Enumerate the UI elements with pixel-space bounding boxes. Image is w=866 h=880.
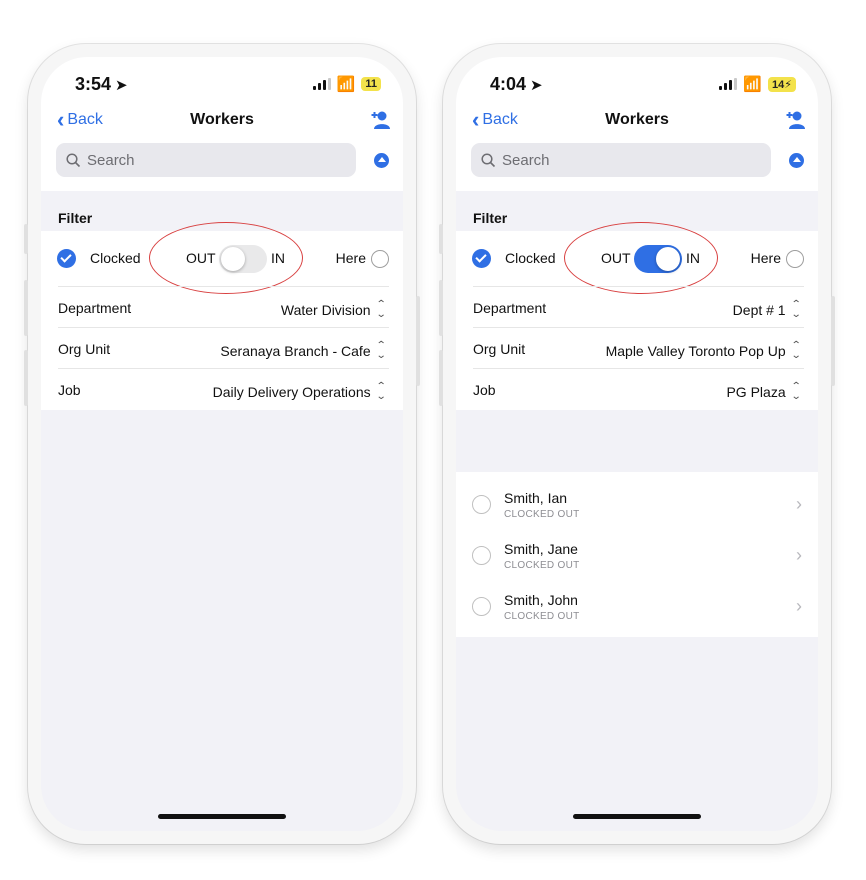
side-button (416, 296, 420, 386)
here-radio[interactable] (786, 250, 804, 268)
updown-chevron-icon: ⌃ ⌄ (790, 299, 802, 320)
search-input[interactable]: Search (471, 143, 771, 177)
filter-header: Filter (473, 210, 508, 226)
search-icon (66, 152, 81, 167)
job-value: Daily Delivery Operations (212, 384, 371, 400)
location-arrow-icon: ➤ (115, 77, 128, 94)
nav-bar: ‹ Back Workers (41, 101, 403, 143)
department-value: Dept # 1 (732, 302, 786, 318)
here-radio[interactable] (371, 250, 389, 268)
wifi-icon: 📶 (336, 76, 356, 93)
department-value: Water Division (280, 302, 371, 318)
side-button (24, 224, 28, 254)
side-button (24, 350, 28, 406)
phone-frame-left: 3:54➤ 📶 11 ‹Back Workers Search Filter (24, 44, 420, 844)
here-label: Here (335, 250, 366, 266)
list-item[interactable]: Smith, Ian CLOCKED OUT › (456, 478, 818, 529)
page-title: Workers (190, 111, 254, 128)
side-button (439, 280, 443, 336)
wifi-icon: 📶 (743, 76, 763, 93)
org-unit-value: Maple Valley Toronto Pop Up (605, 343, 786, 359)
list-item[interactable]: Smith, John CLOCKED OUT › (456, 580, 818, 631)
side-button (439, 350, 443, 406)
collapse-filter-icon[interactable] (789, 153, 804, 168)
updown-chevron-icon: ⌃ ⌄ (790, 381, 802, 402)
clocked-label: Clocked (505, 250, 556, 266)
signal-icon (312, 78, 331, 90)
add-user-icon[interactable] (784, 109, 806, 131)
collapse-filter-icon[interactable] (374, 153, 389, 168)
here-label: Here (750, 250, 781, 266)
org-unit-row[interactable]: Org Unit Seranaya Branch - Cafe ⌃ ⌄ (41, 328, 403, 369)
signal-icon (719, 78, 738, 90)
updown-chevron-icon: ⌃ ⌄ (790, 340, 802, 361)
worker-radio[interactable] (472, 546, 491, 565)
job-row[interactable]: Job PG Plaza ⌃ ⌄ (456, 369, 818, 410)
add-user-icon[interactable] (369, 109, 391, 131)
clocked-row: Clocked OUT IN Here (41, 222, 403, 294)
worker-status: CLOCKED OUT (504, 611, 580, 622)
status-bar: 3:54 ➤ 📶 11 (41, 57, 403, 101)
department-row[interactable]: Department Dept # 1 ⌃ ⌄ (456, 287, 818, 328)
chevron-right-icon: › (796, 494, 802, 514)
chevron-right-icon: › (796, 596, 802, 616)
worker-status: CLOCKED OUT (504, 509, 580, 520)
filter-list: Clocked OUT IN Here Department Dept # 1 ⌃… (456, 222, 818, 410)
status-time: 4:04 (490, 74, 527, 94)
annotation-oval (149, 222, 303, 294)
updown-chevron-icon: ⌃ ⌄ (375, 381, 387, 402)
search-input[interactable]: Search (56, 143, 356, 177)
updown-chevron-icon: ⌃ ⌄ (375, 340, 387, 361)
home-indicator[interactable] (573, 814, 701, 819)
page-title: Workers (605, 111, 669, 128)
workers-list: Smith, Ian CLOCKED OUT › Smith, Jane CLO… (456, 472, 818, 637)
side-button (439, 224, 443, 254)
worker-name: Smith, John (504, 592, 578, 608)
battery-icon: 11 (361, 77, 381, 91)
side-button (24, 280, 28, 336)
battery-charging-icon: 14⚡ (768, 76, 796, 92)
updown-chevron-icon: ⌃ ⌄ (375, 299, 387, 320)
clocked-label: Clocked (90, 250, 141, 266)
worker-radio[interactable] (472, 597, 491, 616)
location-arrow-icon: ➤ (530, 77, 543, 94)
status-bar: 4:04 ➤ 📶 14⚡ (456, 57, 818, 101)
clocked-checkbox[interactable] (472, 249, 491, 268)
side-button (831, 296, 835, 386)
worker-radio[interactable] (472, 495, 491, 514)
clocked-checkbox[interactable] (57, 249, 76, 268)
job-value: PG Plaza (726, 384, 786, 400)
filter-header: Filter (58, 210, 93, 226)
department-row[interactable]: Department Water Division ⌃ ⌄ (41, 287, 403, 328)
screen: 3:54➤ 📶 11 ‹Back Workers Search Filter (41, 57, 403, 831)
job-row[interactable]: Job Daily Delivery Operations ⌃ ⌄ (41, 369, 403, 410)
clocked-row: Clocked OUT IN Here (456, 222, 818, 294)
org-unit-row[interactable]: Org Unit Maple Valley Toronto Pop Up ⌃ ⌄ (456, 328, 818, 369)
search-icon (481, 152, 496, 167)
phone-frame-right: 4:04 ➤ 📶 14⚡ ‹ Back Workers Search Filter (439, 44, 835, 844)
worker-status: CLOCKED OUT (504, 560, 580, 571)
annotation-oval (564, 222, 718, 294)
nav-bar: ‹ Back Workers (456, 101, 818, 143)
status-time: 3:54 (75, 74, 112, 94)
org-unit-value: Seranaya Branch - Cafe (220, 343, 371, 359)
list-item[interactable]: Smith, Jane CLOCKED OUT › (456, 529, 818, 580)
chevron-right-icon: › (796, 545, 802, 565)
worker-name: Smith, Ian (504, 490, 568, 506)
worker-name: Smith, Jane (504, 541, 578, 557)
screen: 4:04 ➤ 📶 14⚡ ‹ Back Workers Search Filter (456, 57, 818, 831)
filter-list: Clocked OUT IN Here Department Water Div… (41, 222, 403, 410)
home-indicator[interactable] (158, 814, 286, 819)
